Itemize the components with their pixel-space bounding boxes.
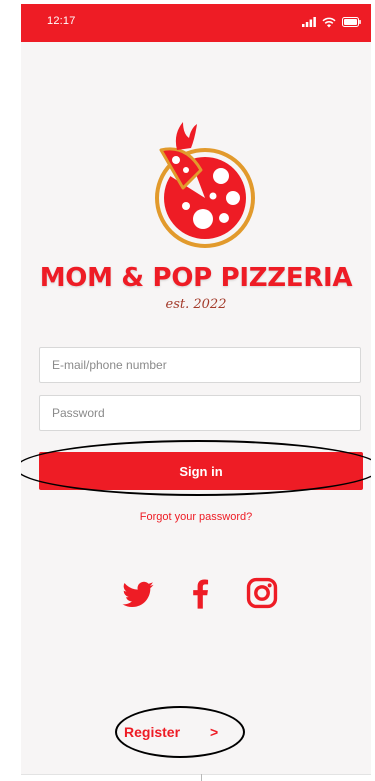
battery-icon: [342, 17, 361, 27]
register-link[interactable]: Register: [124, 724, 180, 740]
status-bar: 12:17: [21, 4, 371, 42]
status-time: 12:17: [47, 15, 76, 27]
brand-established: est. 2022: [165, 297, 227, 312]
signin-button[interactable]: Sign in: [39, 452, 363, 490]
bottom-divider: [21, 774, 371, 775]
password-field[interactable]: [39, 395, 361, 431]
forgot-password-link[interactable]: Forgot your password?: [21, 511, 371, 523]
brand-name: MOM & POP PIZZERIA: [39, 263, 353, 293]
wifi-icon: [322, 17, 336, 27]
register-chevron-icon[interactable]: >: [210, 724, 218, 740]
signal-icon: [302, 17, 316, 27]
brand-block: MOM & POP PIZZERIA est. 2022: [21, 116, 371, 326]
social-row: [21, 576, 371, 614]
instagram-icon[interactable]: [245, 576, 279, 610]
status-icons: [302, 14, 361, 30]
email-field[interactable]: [39, 347, 361, 383]
bottom-divider-tick: [201, 774, 202, 781]
pizza-logo-icon: [155, 122, 255, 248]
twitter-icon[interactable]: [121, 578, 155, 612]
app-screen: 12:17 MOM & POP PIZZERIA est. 2022 E-mai…: [21, 4, 371, 774]
facebook-icon[interactable]: [183, 576, 217, 610]
